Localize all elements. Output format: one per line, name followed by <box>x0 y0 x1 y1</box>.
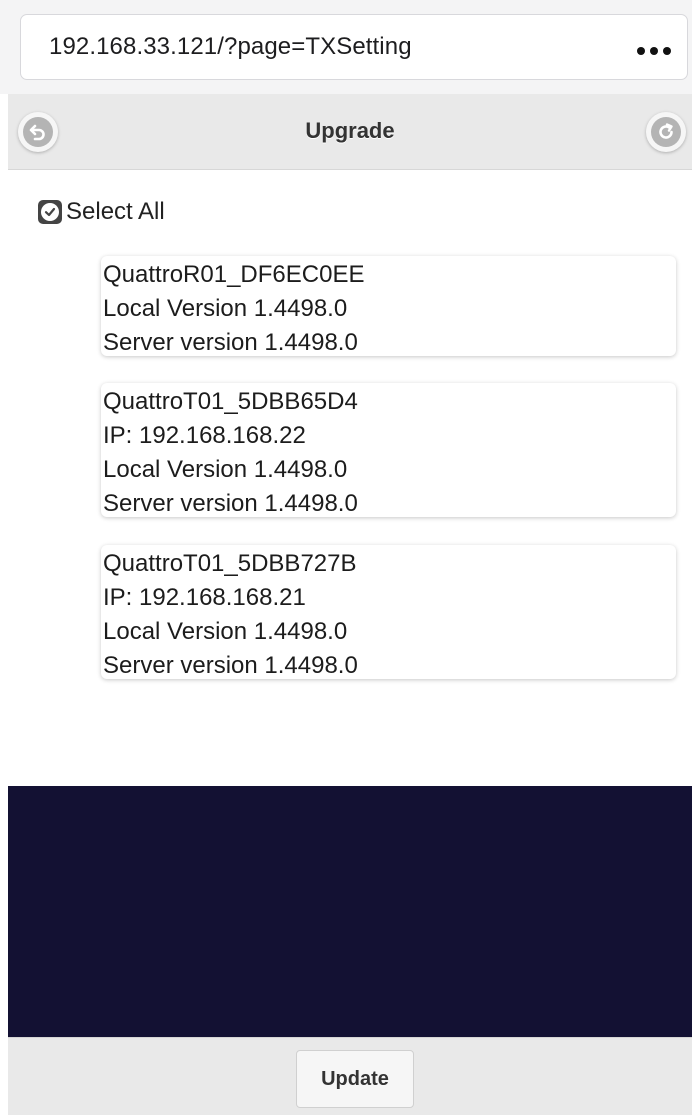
browser-chrome: 192.168.33.121/?page=TXSetting <box>0 0 692 94</box>
device-ip: IP: 192.168.168.21 <box>103 584 306 611</box>
select-all-checkbox[interactable] <box>38 200 62 224</box>
device-name: QuattroR01_DF6EC0EE <box>103 261 365 288</box>
device-local-version: Local Version 1.4498.0 <box>103 618 348 645</box>
refresh-button[interactable] <box>646 112 686 152</box>
device-local-version: Local Version 1.4498.0 <box>103 295 348 322</box>
footer-bar: Update <box>8 1037 692 1115</box>
device-card[interactable]: QuattroT01_5DBB727B IP: 192.168.168.21 L… <box>101 545 676 679</box>
url-text[interactable]: 192.168.33.121/?page=TXSetting <box>49 33 412 61</box>
device-ip: IP: 192.168.168.22 <box>103 422 306 449</box>
dark-panel <box>8 786 692 1037</box>
update-button[interactable]: Update <box>296 1050 414 1108</box>
checkmark-icon <box>41 203 59 221</box>
page-title: Upgrade <box>305 118 395 143</box>
device-card[interactable]: QuattroR01_DF6EC0EE Local Version 1.4498… <box>101 256 676 356</box>
device-local-version: Local Version 1.4498.0 <box>103 456 348 483</box>
url-bar[interactable]: 192.168.33.121/?page=TXSetting <box>20 14 688 80</box>
device-card[interactable]: QuattroT01_5DBB65D4 IP: 192.168.168.22 L… <box>101 383 676 517</box>
select-all-row[interactable]: Select All <box>38 198 165 226</box>
device-name: QuattroT01_5DBB727B <box>103 550 357 577</box>
device-name: QuattroT01_5DBB65D4 <box>103 388 358 415</box>
refresh-icon <box>651 117 681 147</box>
more-horizontal-icon[interactable] <box>637 47 671 55</box>
device-server-version: Server version 1.4498.0 <box>103 329 358 356</box>
device-server-version: Server version 1.4498.0 <box>103 652 358 679</box>
select-all-label: Select All <box>66 198 165 225</box>
app-header: Upgrade <box>8 94 692 170</box>
device-server-version: Server version 1.4498.0 <box>103 490 358 517</box>
